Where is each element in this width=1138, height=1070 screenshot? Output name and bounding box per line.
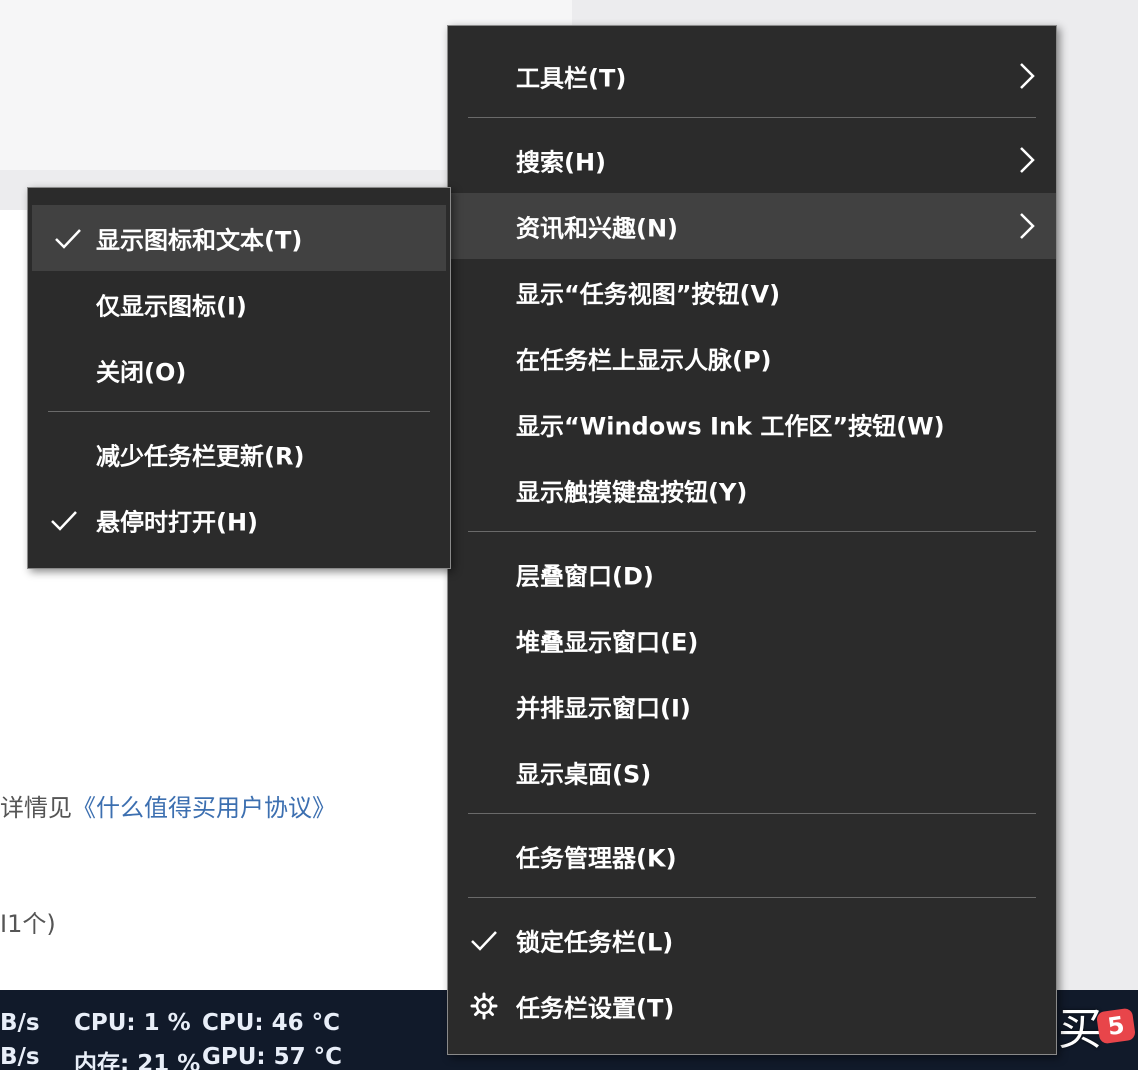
- agreement-prefix: 详情见: [0, 794, 72, 822]
- menu-item-show-desktop[interactable]: 显示桌面(S): [448, 739, 1056, 805]
- menu-item-side-by-side-windows[interactable]: 并排显示窗口(I): [448, 673, 1056, 739]
- watermark-badge: 5: [1095, 1007, 1137, 1045]
- submenu-item-show-icon-only[interactable]: 仅显示图标(I): [28, 271, 450, 337]
- news-and-interests-submenu: 显示图标和文本(T) 仅显示图标(I) 关闭(O) 减少任务栏更新(R) 悬停时…: [27, 187, 451, 569]
- menu-item-label: 并排显示窗口(I): [516, 694, 691, 723]
- gear-icon: [470, 992, 498, 1020]
- chevron-right-icon: [1020, 213, 1035, 239]
- menu-item-taskbar-settings[interactable]: 任务栏设置(T): [448, 973, 1056, 1039]
- menu-item-toolbars[interactable]: 工具栏(T): [448, 43, 1056, 109]
- menu-item-label: 工具栏(T): [516, 64, 627, 93]
- menu-item-label: 减少任务栏更新(R): [96, 442, 305, 471]
- menu-item-stack-windows[interactable]: 堆叠显示窗口(E): [448, 607, 1056, 673]
- menu-item-label: 搜索(H): [516, 148, 607, 177]
- menu-item-label: 显示“任务视图”按钮(V): [516, 280, 781, 309]
- cpu-usage: CPU: 1 %: [74, 1010, 191, 1036]
- checkmark-icon: [51, 511, 77, 531]
- menu-item-show-touch-keyboard-button[interactable]: 显示触摸键盘按钮(Y): [448, 457, 1056, 523]
- menu-item-label: 堆叠显示窗口(E): [516, 628, 699, 657]
- memory-usage: 内存: 21 %: [74, 1051, 201, 1070]
- gpu-temperature: GPU: 57 °C: [202, 1044, 343, 1070]
- menu-item-task-manager[interactable]: 任务管理器(K): [448, 823, 1056, 889]
- menu-separator: [468, 897, 1036, 898]
- cpu-temperature: CPU: 46 °C: [202, 1010, 341, 1036]
- menu-item-show-task-view-button[interactable]: 显示“任务视图”按钮(V): [448, 259, 1056, 325]
- menu-item-news-and-interests[interactable]: 资讯和兴趣(N): [448, 193, 1056, 259]
- menu-separator: [468, 117, 1036, 118]
- taskbar-context-menu: 工具栏(T) 搜索(H) 资讯和兴趣(N) 显示“任务视图”按钮(V) 在任务栏…: [447, 25, 1057, 1055]
- menu-item-label: 显示图标和文本(T): [96, 226, 303, 255]
- submenu-item-show-icon-and-text[interactable]: 显示图标和文本(T): [32, 205, 446, 271]
- menu-item-label: 显示“Windows Ink 工作区”按钮(W): [516, 412, 945, 441]
- checkmark-icon: [55, 229, 81, 249]
- agreement-text: 详情见《什么值得买用户协议》: [0, 788, 336, 823]
- count-text: Ⅰ1个): [0, 910, 56, 938]
- chevron-right-icon: [1020, 147, 1035, 173]
- menu-item-label: 仅显示图标(I): [96, 292, 247, 321]
- submenu-item-turn-off[interactable]: 关闭(O): [28, 337, 450, 403]
- submenu-item-reduce-taskbar-updates[interactable]: 减少任务栏更新(R): [28, 421, 450, 487]
- menu-item-label: 在任务栏上显示人脉(P): [516, 346, 772, 375]
- menu-item-lock-taskbar[interactable]: 锁定任务栏(L): [448, 907, 1056, 973]
- menu-item-label: 悬停时打开(H): [96, 508, 259, 537]
- menu-separator: [468, 813, 1036, 814]
- menu-separator: [48, 411, 430, 412]
- menu-item-cascade-windows[interactable]: 层叠窗口(D): [448, 541, 1056, 607]
- menu-item-label: 锁定任务栏(L): [516, 928, 674, 957]
- menu-item-show-people[interactable]: 在任务栏上显示人脉(P): [448, 325, 1056, 391]
- menu-item-show-windows-ink-button[interactable]: 显示“Windows Ink 工作区”按钮(W): [448, 391, 1056, 457]
- submenu-item-open-on-hover[interactable]: 悬停时打开(H): [28, 487, 450, 553]
- menu-item-label: 关闭(O): [96, 358, 187, 387]
- menu-item-search[interactable]: 搜索(H): [448, 127, 1056, 193]
- menu-item-label: 资讯和兴趣(N): [516, 214, 679, 243]
- user-agreement-link[interactable]: 《什么值得买用户协议》: [72, 794, 336, 822]
- menu-item-label: 显示桌面(S): [516, 760, 652, 789]
- menu-item-label: 任务管理器(K): [516, 844, 677, 873]
- menu-item-label: 显示触摸键盘按钮(Y): [516, 478, 748, 507]
- chevron-right-icon: [1020, 63, 1035, 89]
- checkmark-icon: [471, 931, 497, 951]
- net-speed-download: B/s: [0, 1044, 40, 1070]
- menu-item-label: 任务栏设置(T): [516, 994, 675, 1023]
- menu-separator: [468, 531, 1036, 532]
- net-speed-upload: B/s: [0, 1010, 40, 1036]
- menu-item-label: 层叠窗口(D): [516, 562, 654, 591]
